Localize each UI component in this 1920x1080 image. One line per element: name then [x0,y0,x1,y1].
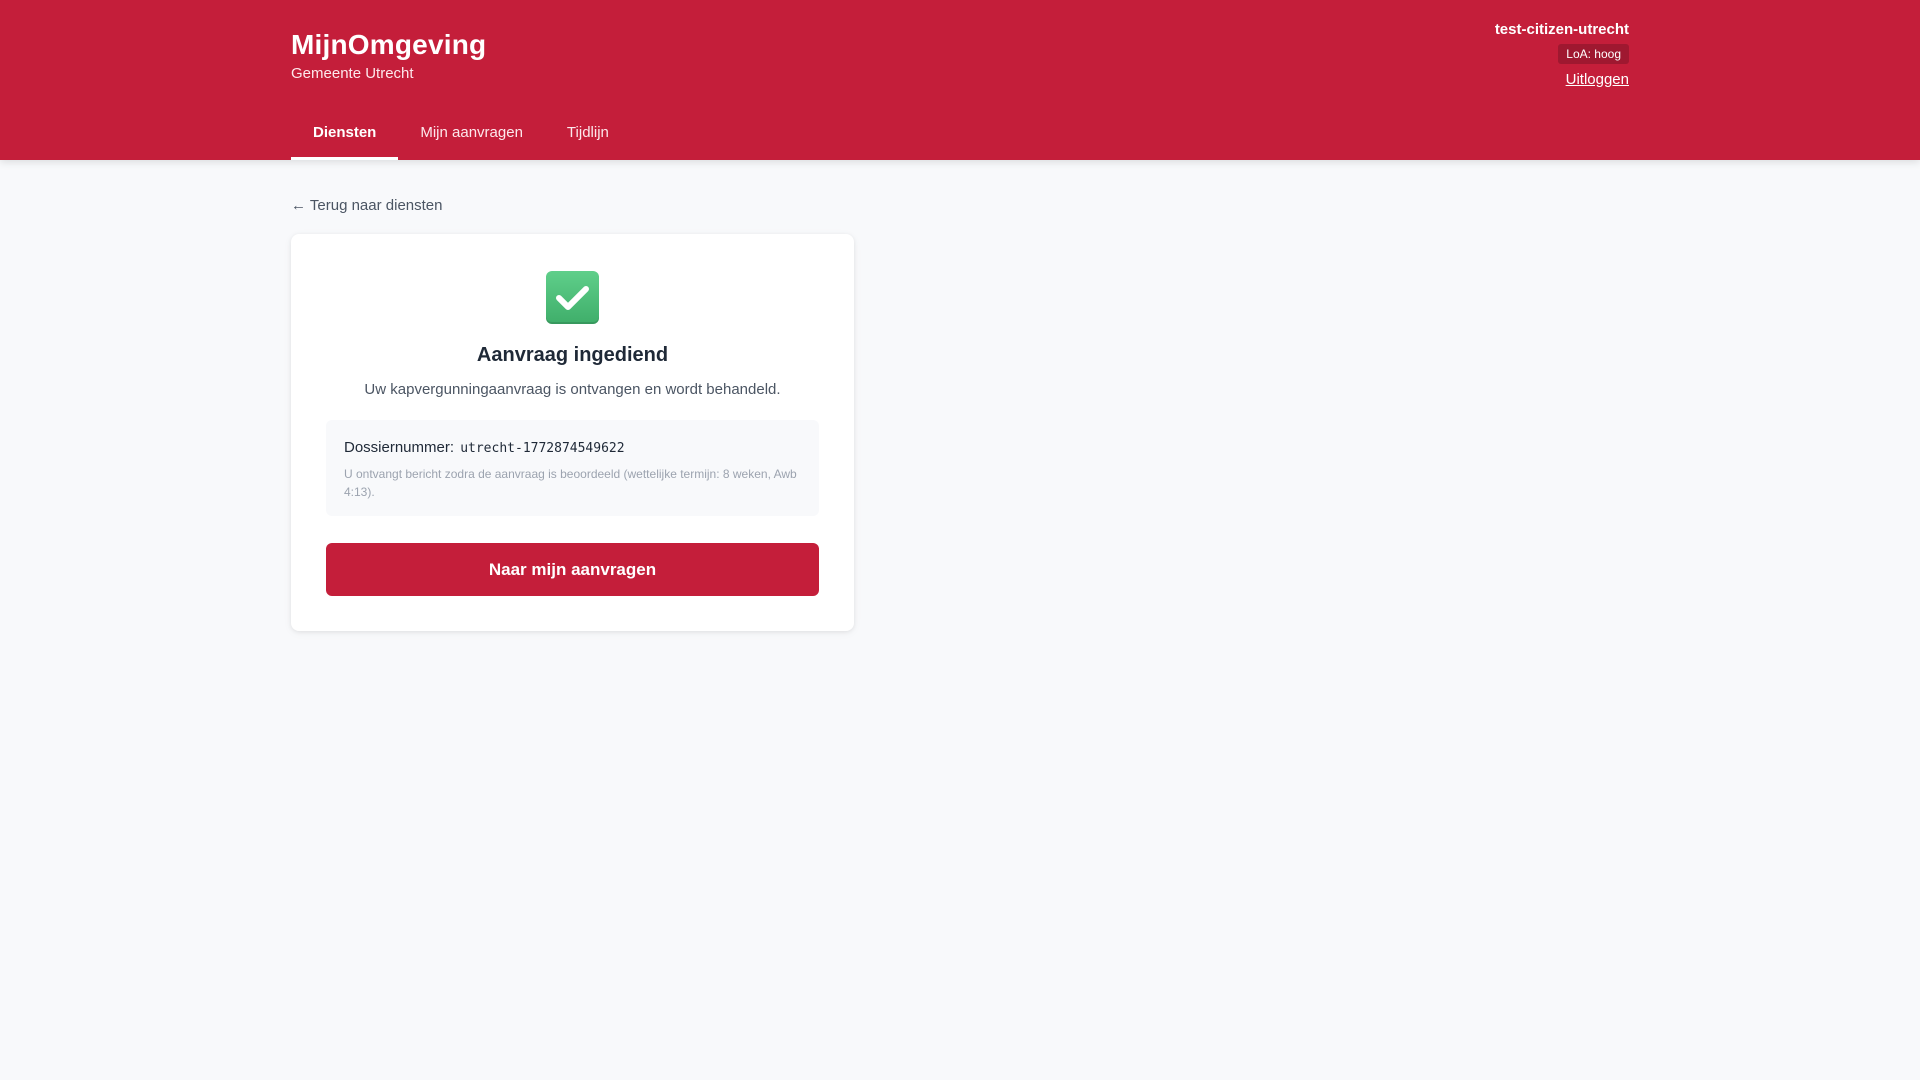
back-to-services-link[interactable]: ← Terug naar diensten [291,196,443,216]
dossier-info-box: Dossiernummer: utrecht-1772874549622 U o… [326,420,819,516]
dossier-line: Dossiernummer: utrecht-1772874549622 [344,438,801,459]
loa-badge: LoA: hoog [1558,44,1629,64]
dossier-number: utrecht-1772874549622 [460,441,625,456]
main-nav: Diensten Mijn aanvragen Tijdlijn [291,114,631,160]
check-mark-icon [546,271,599,324]
tab-mijn-aanvragen[interactable]: Mijn aanvragen [398,114,545,160]
brand-subtitle: Gemeente Utrecht [291,65,414,82]
user-box: test-citizen-utrecht LoA: hoog Uitloggen [1495,20,1629,90]
confirmation-message: Uw kapvergunningaanvraag is ontvangen en… [364,381,781,398]
go-to-my-applications-button[interactable]: Naar mijn aanvragen [326,543,819,596]
top-header: MijnOmgeving Gemeente Utrecht test-citiz… [0,0,1920,160]
brand: MijnOmgeving Gemeente Utrecht [291,28,486,84]
check-mark-icon-svg [556,286,589,310]
confirmation-card: Aanvraag ingediend Uw kapvergunningaanvr… [291,234,854,631]
processing-note: U ontvangt bericht zodra de aanvraag is … [344,467,797,499]
brand-title: MijnOmgeving [291,29,487,60]
user-name: test-citizen-utrecht [1494,21,1629,38]
confirmation-title: Aanvraag ingediend [476,344,669,366]
dossier-label: Dossiernummer: [344,439,455,456]
tab-diensten[interactable]: Diensten [291,114,399,160]
tab-tijdlijn[interactable]: Tijdlijn [545,114,631,160]
logout-link[interactable]: Uitloggen [1495,70,1629,90]
